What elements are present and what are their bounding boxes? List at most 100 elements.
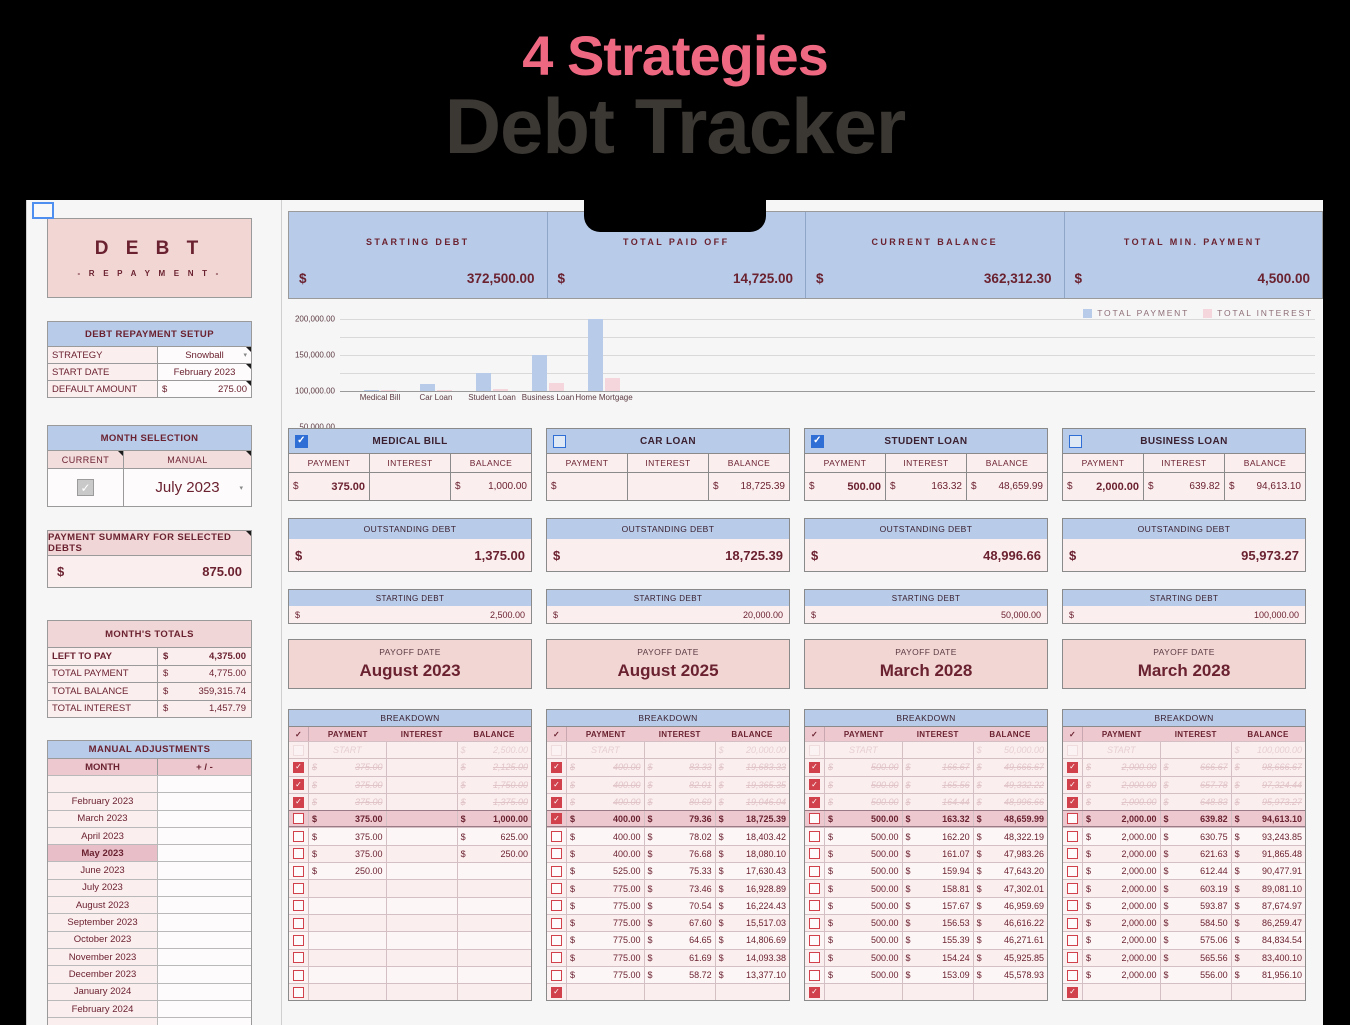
row-checkbox[interactable] [293, 969, 304, 981]
row-checkbox-cell[interactable] [289, 742, 309, 759]
row-checkbox[interactable] [551, 900, 562, 912]
manual-adjustment-row[interactable] [48, 775, 251, 793]
manual-adjustment-row[interactable]: January 2024 [48, 982, 251, 1000]
breakdown-row[interactable]: ✓ $500.00 $165.56 $49,332.22 [805, 775, 1047, 793]
row-checkbox-cell[interactable] [1063, 880, 1083, 897]
row-checkbox[interactable]: ✓ [551, 761, 562, 773]
breakdown-row[interactable]: ✓ $375.00 $2,125.00 [289, 758, 531, 776]
row-checkbox-cell[interactable]: ✓ [1063, 984, 1083, 1001]
debt-select-checkbox[interactable]: ✓ [811, 434, 824, 448]
breakdown-row[interactable]: START $100,000.00 [1063, 741, 1305, 759]
breakdown-row[interactable]: ✓ $375.00 $1,750.00 [289, 775, 531, 793]
row-checkbox-cell[interactable] [805, 828, 825, 845]
breakdown-row[interactable]: $2,000.00 $575.06 $84,834.54 [1063, 931, 1305, 949]
breakdown-row[interactable]: $2,000.00 $621.63 $91,865.48 [1063, 844, 1305, 863]
breakdown-row[interactable]: $775.00 $64.65 $14,806.69 [547, 931, 789, 949]
breakdown-row[interactable] [289, 931, 531, 949]
row-checkbox-cell[interactable] [547, 949, 567, 966]
row-checkbox[interactable] [809, 865, 820, 877]
manual-adjustment-row[interactable]: March 2023 [48, 809, 251, 827]
row-checkbox-cell[interactable] [805, 932, 825, 949]
row-checkbox-cell[interactable] [1063, 966, 1083, 984]
adjustment-amount-input[interactable] [158, 948, 251, 966]
row-checkbox-cell[interactable] [1063, 897, 1083, 914]
row-checkbox[interactable] [1067, 744, 1078, 756]
breakdown-row[interactable]: $500.00 $156.53 $46,616.22 [805, 913, 1047, 932]
breakdown-row[interactable]: $2,000.00 $630.75 $93,243.85 [1063, 827, 1305, 845]
adjustment-amount-input[interactable] [158, 983, 251, 1000]
row-checkbox-cell[interactable] [289, 880, 309, 897]
payment-value-cell[interactable]: $ [547, 473, 627, 500]
row-checkbox[interactable] [809, 831, 820, 843]
row-checkbox-cell[interactable] [289, 863, 309, 880]
row-checkbox-cell[interactable] [289, 984, 309, 1001]
row-checkbox-cell[interactable]: ✓ [289, 776, 309, 793]
row-checkbox-cell[interactable]: ✓ [805, 793, 825, 811]
row-checkbox[interactable] [1067, 831, 1078, 843]
breakdown-row[interactable]: $400.00 $78.02 $18,403.42 [547, 827, 789, 845]
row-checkbox-cell[interactable] [805, 966, 825, 984]
row-checkbox[interactable] [293, 848, 304, 860]
debt-select-checkbox[interactable] [553, 434, 566, 448]
row-checkbox-cell[interactable]: ✓ [289, 759, 309, 776]
breakdown-row[interactable]: $500.00 $157.67 $46,959.69 [805, 896, 1047, 914]
row-checkbox-cell[interactable]: ✓ [1063, 793, 1083, 811]
row-checkbox[interactable]: ✓ [551, 779, 562, 791]
row-checkbox[interactable] [551, 952, 562, 964]
breakdown-row[interactable]: ✓ $2,000.00 $657.78 $97,324.44 [1063, 775, 1305, 793]
manual-adjustment-row[interactable]: February 2023 [48, 792, 251, 810]
row-checkbox-cell[interactable] [1063, 863, 1083, 880]
breakdown-row[interactable]: ✓ $400.00 $82.01 $19,365.35 [547, 775, 789, 793]
manual-adjustment-row[interactable]: August 2023 [48, 896, 251, 914]
row-checkbox[interactable]: ✓ [809, 779, 820, 791]
breakdown-row[interactable]: START $50,000.00 [805, 741, 1047, 759]
debt-select-checkbox[interactable]: ✓ [295, 434, 308, 448]
row-checkbox-cell[interactable] [547, 914, 567, 932]
breakdown-row[interactable]: ✓ [1063, 983, 1305, 1001]
row-checkbox[interactable]: ✓ [551, 986, 562, 998]
row-checkbox-cell[interactable]: ✓ [547, 984, 567, 1001]
row-checkbox[interactable] [1067, 865, 1078, 877]
row-checkbox[interactable] [809, 917, 820, 929]
row-checkbox-cell[interactable] [289, 914, 309, 932]
adjustment-amount-input[interactable] [158, 810, 251, 827]
breakdown-row[interactable]: $775.00 $61.69 $14,093.38 [547, 948, 789, 966]
row-checkbox[interactable] [809, 900, 820, 912]
row-checkbox[interactable] [809, 744, 820, 756]
manual-adjustment-row[interactable]: September 2023 [48, 913, 251, 931]
breakdown-row[interactable]: ✓ $400.00 $80.69 $19,046.04 [547, 792, 789, 811]
debt-select-checkbox[interactable] [1069, 434, 1082, 448]
row-checkbox-cell[interactable]: ✓ [805, 759, 825, 776]
row-checkbox[interactable] [809, 883, 820, 895]
adjustment-amount-input[interactable] [158, 897, 251, 914]
manual-month-dropdown[interactable]: July 2023 ▾ [124, 469, 251, 506]
row-checkbox-cell[interactable] [547, 742, 567, 759]
row-checkbox[interactable]: ✓ [1067, 986, 1078, 998]
payment-value-cell[interactable]: $375.00 [289, 473, 369, 500]
breakdown-row[interactable]: $2,000.00 $593.87 $87,674.97 [1063, 896, 1305, 914]
row-checkbox[interactable] [809, 934, 820, 946]
breakdown-row[interactable]: $500.00 $159.94 $47,643.20 [805, 862, 1047, 880]
breakdown-row[interactable]: $250.00 [289, 862, 531, 880]
adjustment-amount-input[interactable] [158, 845, 251, 862]
row-checkbox-cell[interactable] [289, 949, 309, 966]
row-checkbox[interactable] [551, 865, 562, 877]
breakdown-row[interactable]: $400.00 $76.68 $18,080.10 [547, 844, 789, 863]
manual-adjustment-row[interactable]: June 2023 [48, 861, 251, 879]
breakdown-row[interactable] [289, 965, 531, 984]
row-checkbox-cell[interactable] [1063, 949, 1083, 966]
selected-cell-indicator[interactable] [32, 202, 54, 219]
breakdown-row[interactable]: $775.00 $67.60 $15,517.03 [547, 913, 789, 932]
breakdown-row[interactable]: START $20,000.00 [547, 741, 789, 759]
breakdown-row[interactable]: $2,000.00 $603.19 $89,081.10 [1063, 879, 1305, 897]
breakdown-row[interactable]: $375.00 $625.00 [289, 827, 531, 845]
row-checkbox[interactable]: ✓ [1067, 779, 1078, 791]
manual-adjustment-row[interactable]: February 2024 [48, 999, 251, 1018]
row-checkbox-cell[interactable]: ✓ [805, 984, 825, 1001]
start-date-field[interactable]: February 2023 [158, 364, 251, 380]
row-checkbox-cell[interactable] [805, 914, 825, 932]
row-checkbox-cell[interactable] [547, 880, 567, 897]
breakdown-row[interactable]: $500.00 $153.09 $45,578.93 [805, 965, 1047, 984]
row-checkbox-cell[interactable] [547, 845, 567, 863]
breakdown-row[interactable]: ✓ $375.00 $1,375.00 [289, 792, 531, 811]
